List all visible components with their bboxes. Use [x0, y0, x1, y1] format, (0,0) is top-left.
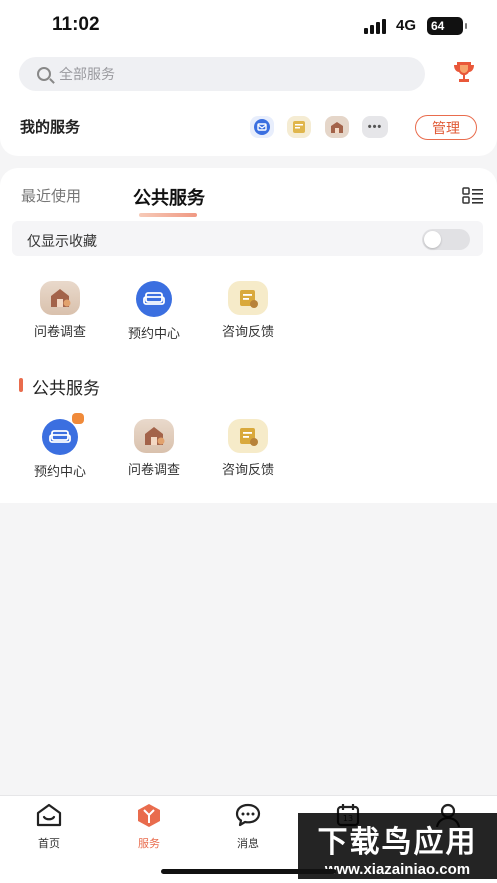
- service-label: 预约中心: [127, 326, 180, 341]
- service-item-appointment[interactable]: 预约中心: [25, 413, 95, 480]
- service-label: 咨询反馈: [221, 462, 274, 477]
- top-card: 全部服务 我的服务 ••• 管理: [0, 52, 497, 156]
- service-label: 问卷调查: [33, 324, 86, 339]
- service-label: 问卷调查: [127, 462, 180, 477]
- section-title: 公共服务: [32, 379, 100, 398]
- more-icon[interactable]: •••: [362, 116, 388, 138]
- sofa-icon: [136, 281, 172, 317]
- service-label: 预约中心: [33, 464, 86, 479]
- tab-recent[interactable]: 最近使用: [21, 185, 81, 206]
- tab-label: 服务: [138, 838, 160, 850]
- trophy-icon[interactable]: [452, 60, 476, 86]
- status-bar: 11:02 4G 64: [0, 0, 497, 52]
- signal-icon: [364, 19, 386, 34]
- favorites-filter-row: 仅显示收藏: [12, 221, 483, 256]
- manage-button[interactable]: 管理: [415, 115, 477, 140]
- tab-public-services[interactable]: 公共服务: [133, 184, 205, 210]
- service-item-feedback[interactable]: 咨询反馈: [213, 281, 283, 340]
- section-marker: [19, 378, 23, 392]
- service-item-appointment[interactable]: 预约中心: [119, 281, 189, 342]
- services-panel: 最近使用 公共服务 仅显示收藏 问卷调查 预约中心 咨询反馈 公共服务 预约中心…: [0, 168, 497, 503]
- favorites-filter-label: 仅显示收藏: [27, 233, 97, 249]
- home-indicator[interactable]: [161, 869, 336, 874]
- feedback-card-icon: [228, 419, 268, 453]
- new-badge: [72, 413, 84, 424]
- service-item-feedback[interactable]: 咨询反馈: [213, 419, 283, 478]
- survey-house-icon: [40, 281, 80, 315]
- service-item-survey[interactable]: 问卷调查: [25, 281, 95, 340]
- tab-home[interactable]: 首页: [19, 802, 79, 851]
- sofa-icon: [42, 413, 84, 455]
- survey-house-icon: [134, 419, 174, 453]
- watermark-title: 下载鸟应用: [317, 825, 478, 860]
- favorites-toggle[interactable]: [422, 229, 470, 250]
- battery-icon: 64: [427, 17, 467, 35]
- service-box-icon: [138, 804, 160, 827]
- mail-icon[interactable]: [250, 116, 274, 138]
- feedback-card-icon: [228, 281, 268, 315]
- toggle-knob: [424, 231, 441, 248]
- chat-icon: [235, 803, 261, 827]
- tab-label: 消息: [237, 838, 259, 850]
- battery-level: 64: [431, 19, 445, 33]
- tab-label: 首页: [38, 838, 60, 850]
- form-icon[interactable]: [287, 116, 311, 138]
- home-icon: [36, 803, 62, 827]
- search-icon: [37, 67, 51, 81]
- network-type: 4G: [396, 17, 417, 34]
- service-label: 咨询反馈: [221, 324, 274, 339]
- service-item-survey[interactable]: 问卷调查: [119, 419, 189, 478]
- status-time: 11:02: [52, 14, 100, 35]
- house-icon[interactable]: [325, 116, 349, 138]
- search-placeholder: 全部服务: [59, 66, 115, 82]
- tab-messages[interactable]: 消息: [218, 802, 278, 851]
- list-view-icon[interactable]: [462, 187, 484, 205]
- tab-services[interactable]: 服务: [119, 802, 179, 851]
- search-bar[interactable]: 全部服务: [19, 57, 425, 91]
- my-services-title: 我的服务: [20, 119, 81, 136]
- tab-active-indicator: [139, 213, 197, 217]
